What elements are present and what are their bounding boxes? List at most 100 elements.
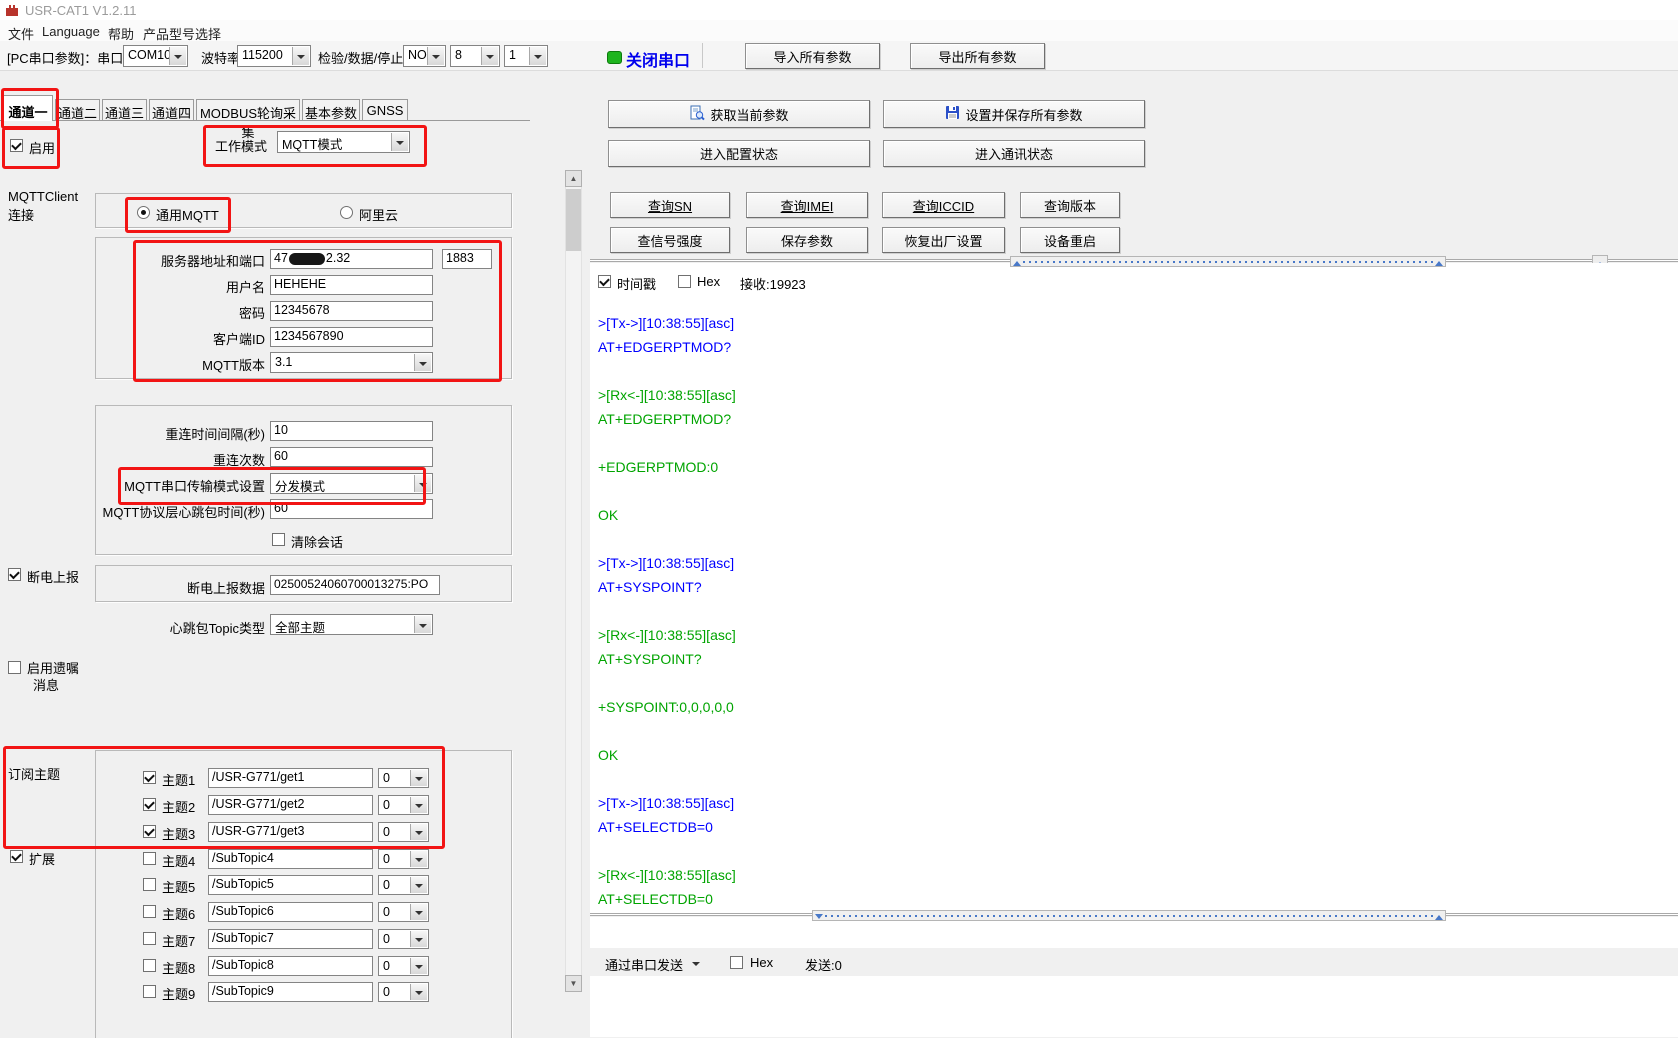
- server-port-input[interactable]: 1883: [442, 249, 492, 269]
- topic-1-input[interactable]: /USR-G771/get1: [208, 768, 373, 788]
- enter-config-button[interactable]: 进入配置状态: [608, 140, 870, 167]
- tab-5[interactable]: 基本参数: [302, 99, 360, 120]
- topic-8-input[interactable]: /SubTopic8: [208, 956, 373, 976]
- clientid-input[interactable]: 1234567890: [270, 327, 433, 347]
- topic-7-input[interactable]: /SubTopic7: [208, 929, 373, 949]
- username-input[interactable]: HEHEHE: [270, 275, 433, 295]
- server-addr-input[interactable]: 472.32: [270, 249, 433, 269]
- topic-2-checkbox[interactable]: [143, 798, 156, 811]
- reboot-button[interactable]: 设备重启: [1020, 227, 1120, 253]
- chevron-down-icon[interactable]: [410, 824, 427, 840]
- tab-2[interactable]: 通道三: [102, 99, 147, 120]
- transmode-select[interactable]: 分发模式: [270, 473, 433, 494]
- chevron-down-icon[interactable]: [414, 616, 431, 633]
- topic-9-input[interactable]: /SubTopic9: [208, 982, 373, 1002]
- aliyun-radio[interactable]: [340, 206, 353, 219]
- tab-3[interactable]: 通道四: [149, 99, 194, 120]
- chevron-down-icon[interactable]: [410, 851, 427, 867]
- timestamp-checkbox[interactable]: [598, 275, 611, 288]
- chevron-down-icon[interactable]: [529, 47, 546, 65]
- topic-3-checkbox[interactable]: [143, 825, 156, 838]
- topic-2-input[interactable]: /USR-G771/get2: [208, 795, 373, 815]
- heartbeat-topic-select[interactable]: 全部主题: [270, 614, 433, 635]
- topic-8-checkbox[interactable]: [143, 959, 156, 972]
- left-panel-scrollbar[interactable]: [565, 170, 582, 992]
- tab-6[interactable]: GNSS: [362, 99, 408, 120]
- splitter-collapse-icon[interactable]: [1435, 911, 1443, 920]
- splitter-top-handle[interactable]: [1010, 256, 1446, 267]
- menu-item-0[interactable]: 文件: [8, 24, 34, 43]
- topic-3-input[interactable]: /USR-G771/get3: [208, 822, 373, 842]
- chevron-down-icon[interactable]: [410, 984, 427, 1000]
- enable-channel-checkbox[interactable]: [10, 139, 23, 152]
- chevron-down-icon[interactable]: [414, 354, 431, 371]
- get-params-button[interactable]: 获取当前参数: [608, 100, 870, 128]
- topic-2-qos-select[interactable]: 0: [378, 795, 429, 815]
- topic-1-qos-select[interactable]: 0: [378, 768, 429, 788]
- databits-select[interactable]: 8: [450, 45, 500, 67]
- query-version-button[interactable]: 查询版本: [1020, 192, 1120, 218]
- chevron-down-icon[interactable]: [410, 931, 427, 947]
- log-hex-checkbox[interactable]: [678, 275, 691, 288]
- send-hex-checkbox[interactable]: [730, 956, 743, 969]
- send-input-area[interactable]: [590, 976, 1678, 1037]
- menu-item-3[interactable]: 产品型号选择: [143, 24, 221, 43]
- topic-9-qos-select[interactable]: 0: [378, 982, 429, 1002]
- powerdown-data-input[interactable]: 02500524060700013275:PO: [270, 575, 440, 595]
- menu-item-2[interactable]: 帮助: [108, 24, 134, 43]
- topic-7-checkbox[interactable]: [143, 932, 156, 945]
- keepalive-input[interactable]: 60: [270, 499, 433, 519]
- splitter-collapse-icon[interactable]: [1013, 257, 1021, 266]
- topic-4-checkbox[interactable]: [143, 852, 156, 865]
- will-checkbox[interactable]: [8, 661, 21, 674]
- serial-port-select[interactable]: COM10: [123, 45, 188, 67]
- chevron-down-icon[interactable]: [410, 770, 427, 786]
- topic-6-checkbox[interactable]: [143, 905, 156, 918]
- reconnect-count-input[interactable]: 60: [270, 447, 433, 467]
- query-sn-button[interactable]: 查询SN: [610, 192, 730, 218]
- topic-6-qos-select[interactable]: 0: [378, 902, 429, 922]
- log-area[interactable]: [590, 263, 1678, 913]
- query-iccid-button[interactable]: 查询ICCID: [882, 192, 1005, 218]
- enter-comm-button[interactable]: 进入通讯状态: [883, 140, 1145, 167]
- reconnect-interval-input[interactable]: 10: [270, 421, 433, 441]
- scrollbar-thumb[interactable]: [566, 189, 581, 251]
- splitter-collapse-icon[interactable]: [815, 914, 823, 923]
- set-save-params-button[interactable]: 设置并保存所有参数: [883, 100, 1145, 128]
- topic-4-qos-select[interactable]: 0: [378, 849, 429, 869]
- topic-9-checkbox[interactable]: [143, 985, 156, 998]
- save-params-button[interactable]: 保存参数: [746, 227, 868, 253]
- topic-5-input[interactable]: /SubTopic5: [208, 875, 373, 895]
- chevron-down-icon[interactable]: [410, 797, 427, 813]
- tab-0[interactable]: 通道一: [3, 95, 53, 121]
- export-all-params-button[interactable]: 导出所有参数: [910, 43, 1045, 69]
- menu-item-1[interactable]: Language: [42, 24, 100, 39]
- send-via-serial-dropdown[interactable]: 通过串口发送: [605, 955, 683, 974]
- query-imei-button[interactable]: 查询IMEI: [746, 192, 868, 218]
- chevron-down-icon[interactable]: [481, 47, 498, 65]
- generic-mqtt-radio[interactable]: [137, 206, 150, 219]
- password-input[interactable]: 12345678: [270, 301, 433, 321]
- topic-1-checkbox[interactable]: [143, 771, 156, 784]
- mqtt-version-select[interactable]: 3.1: [270, 352, 433, 373]
- import-all-params-button[interactable]: 导入所有参数: [745, 43, 880, 69]
- splitter-bottom-handle[interactable]: [812, 910, 1446, 921]
- stopbits-select[interactable]: 1: [504, 45, 548, 67]
- chevron-down-icon[interactable]: [292, 47, 309, 65]
- factory-reset-button[interactable]: 恢复出厂设置: [882, 227, 1005, 253]
- chevron-down-icon[interactable]: [427, 47, 444, 65]
- workmode-select[interactable]: MQTT模式: [277, 131, 410, 153]
- chevron-down-icon[interactable]: [410, 904, 427, 920]
- tab-1[interactable]: 通道二: [55, 99, 100, 120]
- chevron-down-icon[interactable]: [414, 475, 431, 492]
- chevron-down-icon[interactable]: [692, 962, 700, 970]
- topic-4-input[interactable]: /SubTopic4: [208, 849, 373, 869]
- splitter-collapse-icon[interactable]: [1435, 257, 1443, 266]
- topic-7-qos-select[interactable]: 0: [378, 929, 429, 949]
- chevron-down-icon[interactable]: [410, 877, 427, 893]
- powerdown-checkbox[interactable]: [8, 568, 21, 581]
- topic-5-checkbox[interactable]: [143, 878, 156, 891]
- topic-6-input[interactable]: /SubTopic6: [208, 902, 373, 922]
- topic-8-qos-select[interactable]: 0: [378, 956, 429, 976]
- topic-5-qos-select[interactable]: 0: [378, 875, 429, 895]
